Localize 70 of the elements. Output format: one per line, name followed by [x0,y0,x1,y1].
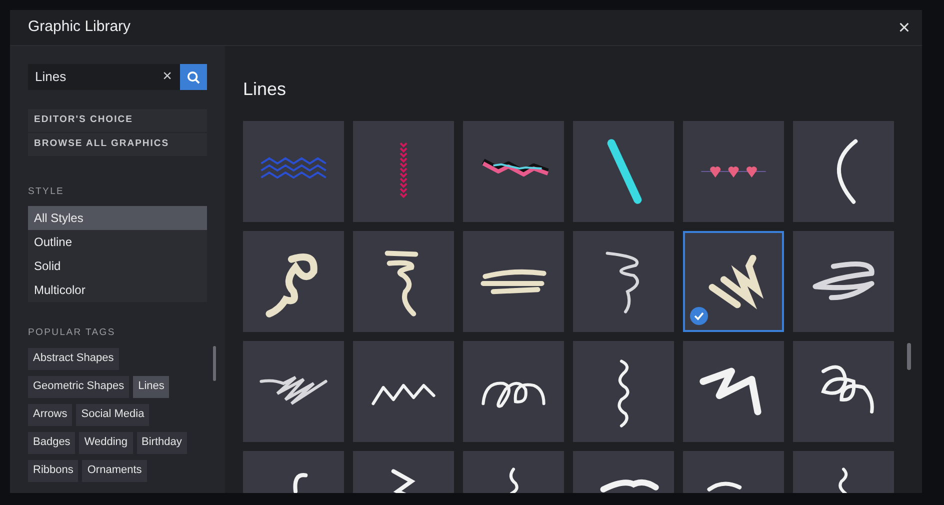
brush-scribble-drawing [384,250,418,316]
zigzag-lines-drawing [260,157,326,179]
hook-line-drawing [293,473,308,493]
tag-chip[interactable]: Wedding [79,432,133,454]
heart-garland-drawing [701,166,766,178]
graphic-tile[interactable] [243,231,344,332]
brush-scribble-drawing [708,254,764,310]
section-heading: STYLE [28,185,66,199]
chevron-column-drawing [400,142,408,198]
arc-drawing [836,139,858,204]
section-heading: POPULAR TAGS [28,326,116,340]
graphic-tile[interactable] [463,121,564,222]
zigzag-ribbon-drawing [482,158,549,177]
style-option[interactable]: Outline [28,230,207,254]
nav-button[interactable]: EDITOR'S CHOICE [28,109,207,133]
brush-swirl-drawing [606,252,639,314]
diagonal-bar-drawing [607,139,642,204]
curl-line-drawing [822,365,874,414]
tag-chip[interactable]: Birthday [136,432,187,454]
loop-line-drawing [482,382,546,408]
bold-zigzag-drawing [700,368,762,416]
wiggle-line-drawing [838,468,848,493]
graphic-tile[interactable] [353,121,454,222]
nav-button[interactable]: BROWSE ALL GRAPHICS [28,133,207,157]
graphic-tile[interactable] [683,121,784,222]
vertical-wiggle-drawing [618,360,630,428]
style-option[interactable]: Multicolor [28,278,207,302]
results-title: Lines [243,78,288,101]
graphic-tile[interactable] [243,121,344,222]
tag-chip[interactable]: Ribbons [28,460,78,482]
graphic-tile[interactable] [793,341,894,442]
hatch-scribble-drawing [260,376,328,406]
checkmark-icon [690,307,708,325]
graphic-tile[interactable] [573,121,674,222]
tag-chip[interactable]: Abstract Shapes [28,348,119,370]
graphic-tile[interactable] [683,341,784,442]
window-title: Graphic Library [28,17,131,38]
graphic-tile[interactable] [793,231,894,332]
scrollbar-thumb[interactable] [907,343,911,370]
brush-stroke-drawing [600,479,659,492]
scrollbar-thumb[interactable] [213,346,216,381]
brush-coil-drawing [812,261,874,300]
graphic-tile[interactable] [243,341,344,442]
search-field[interactable]: Lines × [28,64,180,90]
graphic-tile[interactable] [463,341,564,442]
wiggle-line-drawing [509,468,518,493]
search-button[interactable] [180,64,207,90]
clear-button[interactable]: × [162,69,172,85]
search-icon [187,70,200,84]
graphic-tile[interactable] [793,121,894,222]
graphic-tile[interactable] [573,341,674,442]
tag-chip[interactable]: Lines [133,376,170,398]
graphic-tile[interactable] [683,231,784,332]
tag-chip[interactable]: Geometric Shapes [28,376,130,398]
graphic-tile[interactable] [353,341,454,442]
graphic-tile[interactable] [463,231,564,332]
zigzag-line-drawing [391,469,416,493]
arc-line-drawing [707,482,742,492]
tag-chip[interactable]: Badges [28,432,76,454]
brush-scribble-drawing [266,253,318,318]
graphic-tile[interactable] [353,231,454,332]
close-button[interactable]: × [898,18,910,38]
style-option[interactable]: Solid [28,254,207,278]
wavy-line-drawing [372,384,436,406]
graphic-tile[interactable] [573,231,674,332]
tag-chip[interactable]: Ornaments [82,460,147,482]
style-option[interactable]: All Styles [28,206,207,230]
tag-chip[interactable]: Arrows [28,404,72,426]
tag-chip[interactable]: Social Media [76,404,150,426]
brush-strokes-drawing [480,269,546,294]
